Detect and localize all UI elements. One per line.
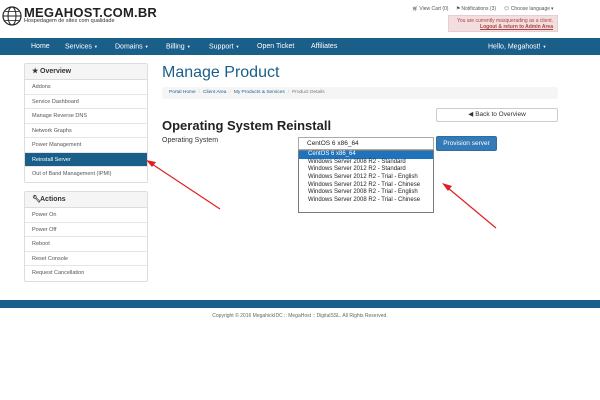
- sidebar-item-network-graphs[interactable]: Network Graphs: [25, 124, 147, 138]
- caret-down-icon: ▼: [235, 44, 240, 49]
- nav-user-menu[interactable]: Hello, Megahost! ▼: [488, 38, 547, 55]
- caret-down-icon: ▼: [144, 44, 149, 49]
- action-reboot[interactable]: Reboot: [25, 237, 147, 252]
- sidebar-item-manage-reverse-dns[interactable]: Manage Reverse DNS: [25, 109, 147, 124]
- back-to-overview-button[interactable]: ◀ Back to Overview: [436, 108, 558, 122]
- caret-down-icon: ▼: [542, 44, 547, 49]
- breadcrumb-portal-home[interactable]: Portal Home: [169, 90, 196, 95]
- caret-down-icon: ▾: [551, 6, 554, 12]
- footer-bar: [0, 300, 600, 308]
- star-icon: ★: [32, 68, 39, 75]
- sidebar-item-power-management[interactable]: Power Management: [25, 138, 147, 153]
- os-option[interactable]: Windows Server 2012 R2 - Trial - English: [299, 174, 433, 182]
- nav-services[interactable]: Services ▼: [65, 38, 98, 55]
- section-title: Operating System Reinstall: [162, 118, 332, 133]
- nav-affiliates[interactable]: Affiliates: [311, 38, 337, 55]
- nav-home[interactable]: Home: [31, 38, 50, 55]
- os-option[interactable]: CentOS 6 x86_64: [299, 151, 433, 159]
- breadcrumb-current: Product Details: [292, 90, 325, 95]
- sidebar-item-ipmi[interactable]: Out of Band Management (IPMI): [25, 167, 147, 182]
- cart-icon: 🛒︎: [412, 6, 419, 12]
- sidebar-item-reinstall-server[interactable]: Reinstall Server: [25, 152, 147, 167]
- breadcrumb-separator: /: [229, 90, 231, 95]
- top-links: 🛒︎View Cart (0) ⚑Notifications (3) 💬︎Cho…: [412, 6, 566, 12]
- globe-logo-icon: [2, 6, 22, 26]
- main-navbar: Home Services ▼ Domains ▼ Billing ▼ Support…: [0, 38, 600, 55]
- annotation-arrow-dropdown: [442, 183, 497, 229]
- caret-down-icon: ▼: [186, 44, 191, 49]
- breadcrumb-client-area[interactable]: Client Area: [203, 90, 226, 95]
- os-option[interactable]: Windows Server 2008 R2 - Standard: [299, 159, 433, 167]
- sidebar-actions-panel: 🔧︎Actions Power On Power Off Reboot Rese…: [24, 191, 148, 282]
- wrench-icon: 🔧︎: [32, 196, 41, 203]
- os-option[interactable]: Windows Server 2012 R2 - Trial - Chinese: [299, 182, 433, 190]
- provision-server-button[interactable]: Provision server: [436, 136, 497, 151]
- flag-icon: ⚑: [455, 6, 461, 12]
- nav-support[interactable]: Support ▼: [209, 38, 240, 55]
- choose-language-link[interactable]: 💬︎Choose language▾: [503, 6, 559, 12]
- overview-panel-header: ★ Overview: [25, 64, 147, 80]
- sidebar-item-service-dashboard[interactable]: Service Dashboard: [25, 95, 147, 109]
- caret-down-icon: ▼: [93, 44, 98, 49]
- os-dropdown-list: CentOS 6 x86_64 Windows Server 2008 R2 -…: [298, 150, 434, 213]
- logout-return-admin-link[interactable]: Logout & return to Admin Area: [453, 24, 553, 30]
- breadcrumb-separator: /: [198, 90, 201, 95]
- speech-bubble-icon: 💬︎: [503, 6, 510, 12]
- sidebar-item-addons[interactable]: Addons: [25, 80, 147, 95]
- nav-domains[interactable]: Domains ▼: [115, 38, 149, 55]
- footer-copyright: Copyright © 2016 MegahickIDC :: MegaHost…: [212, 313, 388, 319]
- view-cart-link[interactable]: 🛒︎View Cart (0): [412, 6, 448, 12]
- action-request-cancellation[interactable]: Request Cancellation: [25, 266, 147, 281]
- sidebar-overview-panel: ★ Overview Addons Service Dashboard Manag…: [24, 63, 148, 183]
- breadcrumb: Portal Home / Client Area / My Products & Se…: [162, 87, 558, 99]
- os-label: Operating System: [162, 137, 219, 144]
- masquerade-alert: You are currently masquerading as a clie…: [448, 15, 558, 32]
- os-option[interactable]: Windows Server 2008 R2 - Trial - Chinese: [299, 197, 433, 205]
- circle-arrow-left-icon: ◀: [468, 111, 474, 118]
- action-reset-console[interactable]: Reset Console: [25, 252, 147, 266]
- os-option[interactable]: Windows Server 2008 R2 - Trial - English: [299, 189, 433, 197]
- annotation-arrow-sidebar: [146, 160, 221, 210]
- nav-open-ticket[interactable]: Open Ticket: [257, 38, 294, 55]
- page-title: Manage Product: [162, 64, 280, 81]
- os-select[interactable]: CentOS 6 x86_64: [298, 137, 434, 150]
- action-power-on[interactable]: Power On: [25, 208, 147, 223]
- os-option[interactable]: Windows Server 2012 R2 - Standard: [299, 166, 433, 174]
- breadcrumb-my-products[interactable]: My Products & Services: [234, 90, 285, 95]
- nav-billing[interactable]: Billing ▼: [166, 38, 191, 55]
- notifications-link[interactable]: ⚑Notifications (3): [456, 6, 496, 12]
- breadcrumb-separator: /: [287, 90, 290, 95]
- action-power-off[interactable]: Power Off: [25, 223, 147, 237]
- actions-panel-header: 🔧︎Actions: [25, 192, 147, 208]
- site-header: MEGAHOST.COM.BR Hospedagem de sites com …: [0, 0, 600, 38]
- logo-subtitle: Hospedagem de sites com qualidade: [24, 18, 115, 24]
